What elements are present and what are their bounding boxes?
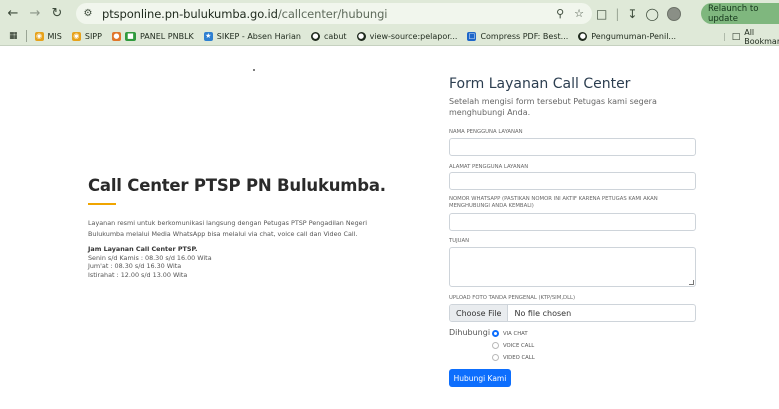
globe-icon: ● bbox=[578, 31, 588, 41]
radio-label: VOICE CALL bbox=[503, 342, 535, 349]
zoom-icon[interactable]: ⚲ bbox=[556, 7, 564, 20]
radio-video-call[interactable]: VIDEO CALL bbox=[492, 354, 535, 361]
globe-icon: ● bbox=[310, 31, 320, 41]
url-text: ptsponline.pn-bulukumba.go.id/callcenter… bbox=[102, 7, 387, 21]
bookmark-cabut[interactable]: ● cabut bbox=[310, 31, 347, 41]
file-upload-input[interactable]: Choose File No file chosen bbox=[449, 304, 696, 322]
title-accent-line bbox=[88, 203, 116, 205]
pdf-icon: □ bbox=[467, 31, 477, 41]
bookmark-divider bbox=[25, 30, 27, 42]
bookmark-label: SIPP bbox=[84, 31, 102, 41]
radio-label: VIA CHAT bbox=[503, 330, 528, 337]
whatsapp-field[interactable] bbox=[449, 213, 696, 231]
radio-via-chat[interactable]: VIA CHAT bbox=[492, 330, 528, 337]
submit-button[interactable]: Hubungi Kami bbox=[449, 369, 511, 387]
bookmarks-bar: ▦ ◉ MIS ◉ SIPP ● ■ PANEL PNBLK ★ SIKEP - Abse… bbox=[0, 27, 779, 46]
upload-label: UPLOAD FOTO TANDA PENGENAL (KTP/SIM,DLL) bbox=[449, 295, 576, 301]
hours-line: Istirahat : 12.00 s/d 13.00 Wita bbox=[88, 270, 188, 279]
address-bar[interactable]: ⚙ ptsponline.pn-bulukumba.go.id/callcent… bbox=[76, 3, 592, 24]
choose-file-button[interactable]: Choose File bbox=[450, 305, 509, 321]
bookmark-label: SIKEP - Absen Harian bbox=[216, 31, 301, 41]
radio-label: VIDEO CALL bbox=[503, 354, 535, 361]
service-hours: Jam Layanan Call Center PTSP. Senin s/d … bbox=[88, 245, 212, 279]
radio-icon[interactable] bbox=[492, 354, 499, 361]
sikep-icon: ★ bbox=[203, 31, 213, 41]
bookmark-label: MIS bbox=[47, 31, 62, 41]
url-path: /callcenter/hubungi bbox=[277, 6, 388, 21]
form-subtitle: Setelah mengisi form tersebut Petugas ka… bbox=[449, 97, 657, 117]
bookmark-label: Pengumuman-Penil... bbox=[591, 31, 677, 41]
bookmark-panel[interactable]: ● ■ PANEL PNBLK bbox=[111, 31, 194, 41]
shield-icon[interactable]: ◯ bbox=[645, 7, 658, 21]
back-icon[interactable]: ← bbox=[2, 2, 24, 24]
bookmark-mis[interactable]: ◉ MIS bbox=[34, 31, 62, 41]
all-bookmarks[interactable]: | □ All Bookmarks bbox=[723, 27, 779, 46]
form-title: Form Layanan Call Center bbox=[449, 76, 631, 92]
page-content: Call Center PTSP PN Bulukumba. Layanan r… bbox=[0, 47, 779, 409]
extensions-icon[interactable]: □ bbox=[596, 7, 607, 21]
toolbar-divider: | bbox=[615, 6, 620, 21]
file-status: No file chosen bbox=[514, 308, 572, 318]
globe-icon: ● bbox=[356, 31, 366, 41]
folder-icon: □ bbox=[731, 31, 741, 42]
site-info-icon[interactable]: ⚙ bbox=[80, 6, 96, 22]
download-icon[interactable]: ↧ bbox=[627, 7, 637, 21]
panel-badge-icon: ■ bbox=[124, 31, 136, 41]
contact-method-label: Dihubungi bbox=[449, 328, 491, 337]
bookmark-sikep[interactable]: ★ SIKEP - Absen Harian bbox=[203, 31, 301, 41]
mis-icon: ◉ bbox=[34, 31, 44, 41]
purpose-label: TUJUAN bbox=[449, 238, 470, 244]
bookmark-label: cabut bbox=[323, 31, 347, 41]
hours-line: Senin s/d Kamis : 08.30 s/d 16.00 Wita bbox=[88, 253, 212, 262]
decorative-dot bbox=[253, 69, 255, 71]
bookmark-sipp[interactable]: ◉ SIPP bbox=[71, 31, 102, 41]
relaunch-button[interactable]: Relaunch to update bbox=[701, 3, 779, 24]
bookmark-view-source[interactable]: ● view-source:pelapor... bbox=[356, 31, 458, 41]
bookmark-compress-pdf[interactable]: □ Compress PDF: Best... bbox=[467, 31, 569, 41]
bookmark-label: Compress PDF: Best... bbox=[480, 31, 569, 41]
forward-icon[interactable]: → bbox=[24, 2, 46, 24]
sipp-icon: ◉ bbox=[71, 31, 81, 41]
apps-grid-icon[interactable]: ▦ bbox=[9, 31, 18, 41]
service-description: Layanan resmi untuk berkomunikasi langsu… bbox=[88, 219, 367, 238]
hours-line: Jum'at : 08.30 s/d 16.30 Wita bbox=[88, 262, 182, 270]
all-bookmarks-label: All Bookmarks bbox=[744, 27, 779, 46]
url-host: ptsponline.pn-bulukumba.go.id bbox=[102, 6, 278, 21]
star-icon[interactable]: ☆ bbox=[574, 7, 584, 20]
hours-title: Jam Layanan Call Center PTSP. bbox=[88, 245, 198, 253]
name-field[interactable] bbox=[449, 138, 696, 156]
panel-icon: ● bbox=[111, 31, 121, 41]
bookmark-label: PANEL PNBLK bbox=[139, 31, 194, 41]
address-field[interactable] bbox=[449, 172, 696, 190]
radio-selected-icon[interactable] bbox=[492, 330, 499, 337]
purpose-textarea[interactable] bbox=[449, 247, 696, 287]
reload-icon[interactable]: ↻ bbox=[46, 2, 68, 24]
resize-handle-icon[interactable] bbox=[689, 280, 694, 285]
radio-icon[interactable] bbox=[492, 342, 499, 349]
radio-voice-call[interactable]: VOICE CALL bbox=[492, 342, 534, 349]
browser-toolbar: ← → ↻ ⚙ ptsponline.pn-bulukumba.go.id/ca… bbox=[0, 0, 779, 27]
page-title: Call Center PTSP PN Bulukumba. bbox=[88, 176, 386, 195]
profile-avatar[interactable] bbox=[666, 6, 681, 21]
whatsapp-label: NOMOR WHATSAPP (PASTIKAN NOMOR INI AKTIF… bbox=[449, 196, 658, 209]
name-label: NAMA PENGGUNA LAYANAN bbox=[449, 129, 523, 135]
bookmark-divider: | bbox=[723, 32, 726, 41]
bookmark-label: view-source:pelapor... bbox=[369, 31, 458, 41]
address-label: ALAMAT PENGGUNA LAYANAN bbox=[449, 164, 529, 170]
bookmark-pengumuman[interactable]: ● Pengumuman-Penil... bbox=[578, 31, 677, 41]
